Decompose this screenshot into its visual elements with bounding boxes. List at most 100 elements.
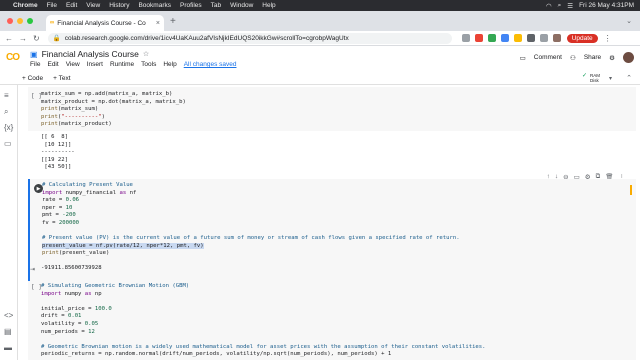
minimize-window-button[interactable] [17,18,23,24]
code-token: 0.06 [65,197,80,204]
share-button[interactable]: Share [584,54,601,61]
notebook-title-row: ▣ Financial Analysis Course ☆ [30,49,149,59]
code-line: matrix_sum = np.add(matrix_a, matrix_b) [41,91,173,97]
extension-record-icon[interactable] [474,34,483,42]
menu-history[interactable]: History [109,2,129,9]
comment-icon[interactable]: ▭ [520,54,526,62]
colab-menu-file[interactable]: File [30,61,40,68]
find-icon[interactable]: ⌕ [4,107,8,117]
terminal-icon[interactable]: ▬ [4,343,12,352]
code-token: pmt = [42,212,63,219]
colab-header: CO ▣ Financial Analysis Course ☆ File Ed… [0,46,640,72]
code-cell-present-value[interactable]: ▶ # Calculating Present Value import nump… [28,179,636,283]
extensions-puzzle-icon[interactable] [526,34,535,42]
code-token: -200 [62,212,76,219]
reload-icon[interactable]: ↻ [33,34,40,43]
variables-icon[interactable]: {x} [4,123,13,132]
settings-gear-icon[interactable]: ⚙ [609,54,615,62]
cell-source[interactable]: matrix_sum = np.add(matrix_a, matrix_b) m… [41,91,186,129]
star-icon[interactable]: ☆ [143,50,149,58]
colab-menu-tools[interactable]: Tools [141,61,156,68]
collapse-header-icon[interactable]: ⌃ [626,74,632,82]
address-url: colab.research.google.com/drive/1icv4UaK… [64,34,349,42]
runtime-dropdown-icon[interactable]: ▾ [609,75,612,82]
close-window-button[interactable] [7,18,13,24]
update-button[interactable]: Update [566,33,598,43]
code-line: import numpy_financial as nf [42,190,460,198]
code-snippets-icon[interactable]: <> [4,311,13,320]
notebook-area: [ ] matrix_sum = np.add(matrix_a, matrix… [18,85,640,360]
menu-app-name[interactable]: Chrome [13,2,38,9]
browser-tab-strip: ∞ Financial Analysis Course - Co × + ⌄ [0,11,640,31]
forward-icon[interactable]: → [19,34,27,43]
extension-green-icon[interactable] [487,34,496,42]
code-token: print [41,113,58,120]
browser-tab-active[interactable]: ∞ Financial Analysis Course - Co × [46,15,164,31]
share-page-icon[interactable] [461,34,470,42]
colab-menu-runtime[interactable]: Runtime [110,61,134,68]
cell-source[interactable]: # Simulating Geometric Brownian Motion (… [41,283,486,359]
code-cell-matrix[interactable]: [ ] matrix_sum = np.add(matrix_a, matrix… [28,87,636,131]
notebook-title[interactable]: Financial Analysis Course [42,49,139,59]
colab-menu-help[interactable]: Help [163,61,176,68]
toc-icon[interactable]: ≡ [4,91,9,100]
close-tab-icon[interactable]: × [156,20,160,27]
code-line: nper = 10 [42,205,460,213]
files-folder-icon[interactable]: ▭ [4,139,12,148]
colab-menu-insert[interactable]: Insert [87,61,103,68]
add-code-cell-button[interactable]: + Code [22,75,43,82]
lock-icon[interactable]: 🔒 [53,34,61,42]
menu-profiles[interactable]: Profiles [180,2,202,9]
add-text-cell-button[interactable]: + Text [53,75,70,82]
profile-avatar[interactable] [552,34,561,42]
account-avatar[interactable] [623,52,634,63]
menu-tab[interactable]: Tab [211,2,221,9]
output-line: [[ 6 8] [41,134,68,140]
output-line: [[19 22] [41,156,68,163]
extension-blue-icon[interactable] [500,34,509,42]
code-token: 10 [65,204,73,211]
menu-edit[interactable]: Edit [66,2,77,9]
code-line: print("----------") [41,114,186,122]
search-icon[interactable]: ⌕ [558,2,562,10]
code-token: rate = [42,197,66,204]
menubar-clock[interactable]: Fri 26 May 4:31PM [579,2,634,9]
code-token: 0.01 [67,313,82,320]
output-line: ---------- [41,149,75,156]
tab-search-chevron-icon[interactable]: ⌄ [626,17,632,25]
resource-monitor[interactable]: ✓ RAM Disk [582,73,600,83]
cell-source[interactable]: # Calculating Present Value import numpy_… [42,182,460,258]
zoom-window-button[interactable] [27,18,33,24]
menu-help[interactable]: Help [262,2,275,9]
save-status[interactable]: All changes saved [184,61,237,68]
share-icon[interactable]: ⚇ [570,54,576,62]
side-panel-icon[interactable] [539,34,548,42]
extension-yellow-icon[interactable] [513,34,522,42]
new-tab-icon[interactable]: + [170,16,176,27]
comment-button[interactable]: Comment [534,54,562,61]
browser-toolbar: ← → ↻ 🔒 colab.research.google.com/drive/… [0,31,640,46]
colab-menu-view[interactable]: View [66,61,80,68]
menu-view[interactable]: View [86,2,100,9]
code-line: import numpy as np [41,291,486,299]
code-comment: # Simulating Geometric Brownian Motion (… [41,283,190,289]
colab-menu-edit[interactable]: Edit [47,61,58,68]
code-token: 200000 [58,219,80,226]
back-icon[interactable]: ← [5,34,13,43]
control-center-icon[interactable]: ☰ [567,2,573,10]
menu-window[interactable]: Window [230,2,253,9]
browser-menu-icon[interactable]: ⋮ [604,34,612,43]
colab-logo[interactable]: CO [6,52,20,63]
code-cell-gbm[interactable]: [ ] # Simulating Geometric Brownian Moti… [28,281,636,360]
code-token: import [41,290,62,297]
code-token: print [41,121,58,128]
output-actions-icon[interactable]: ⇥ [30,266,35,273]
command-palette-icon[interactable]: ▤ [4,327,12,336]
code-line: matrix_product = np.dot(matrix_a, matrix… [41,98,186,105]
menu-file[interactable]: File [47,2,57,9]
menu-bookmarks[interactable]: Bookmarks [138,2,171,9]
address-bar[interactable]: 🔒 colab.research.google.com/drive/1icv4U… [47,32,452,44]
wifi-icon[interactable]: ◠ [546,2,552,10]
